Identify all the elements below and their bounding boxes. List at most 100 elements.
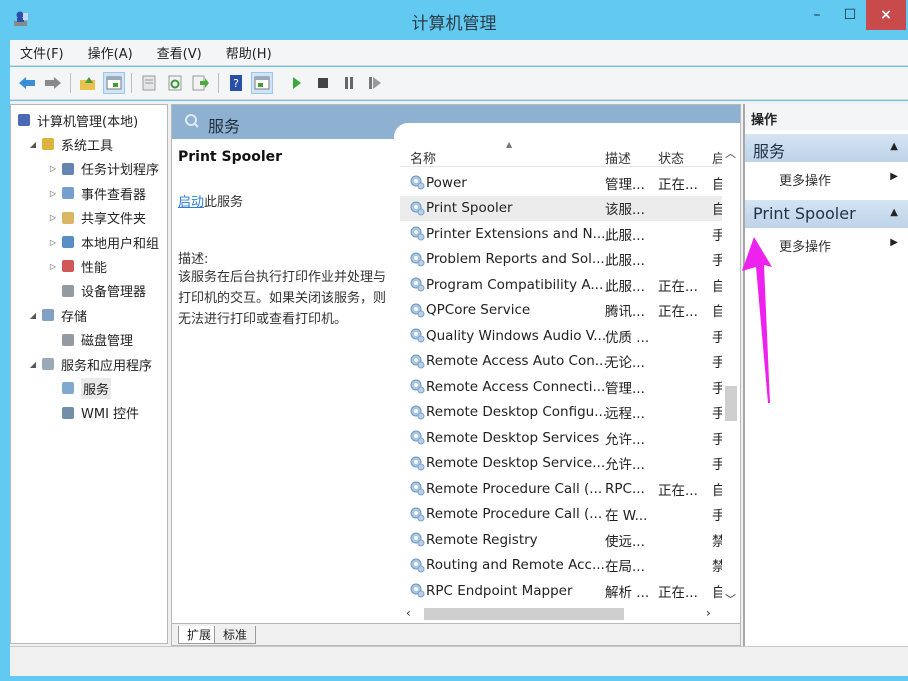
service-row[interactable]: Remote Access Auto Con... 无论... 手 — [400, 349, 726, 374]
tree-item-label: 计算机管理(本地) — [37, 114, 139, 130]
start-service-link[interactable]: 启动 — [178, 195, 204, 210]
service-row[interactable]: Remote Procedure Call (... RPC... 正在... 自 — [400, 476, 726, 501]
toolbar-separator — [279, 73, 280, 93]
collapsed-icon[interactable]: ▷ — [47, 238, 59, 247]
actions-section-services[interactable]: 服务 ▲ — [745, 134, 908, 162]
service-row[interactable]: Remote Desktop Configu... 远程... 手 — [400, 400, 726, 425]
description-text: 该服务在后台执行打印作业并处理与打印机的交互。如果关闭该服务，则无法进行打印或查… — [178, 270, 387, 327]
service-row[interactable]: Quality Windows Audio V... 优质 ... 手 — [400, 323, 726, 348]
menu-action[interactable]: 操作(A) — [88, 43, 133, 62]
collapsed-icon[interactable]: ▷ — [47, 189, 59, 198]
service-row[interactable]: Remote Registry 使远... 禁 — [400, 527, 726, 552]
scroll-left-icon[interactable]: ‹ — [406, 606, 411, 620]
service-row[interactable]: Remote Procedure Call (... 在 W... 手 — [400, 502, 726, 527]
expanded-icon[interactable]: ◢ — [27, 140, 39, 149]
service-gear-icon — [410, 175, 425, 190]
service-name: Remote Registry — [426, 531, 538, 548]
service-row[interactable]: Problem Reports and Sol... 此服... 手 — [400, 247, 726, 272]
close-button[interactable]: × — [866, 0, 906, 30]
tree-item[interactable]: ◢ 存储 — [27, 304, 87, 326]
list-header: 名称 ▲ 描述 状态 启 — [400, 139, 740, 167]
services-pane: 服务 Print Spooler 启动此服务 描述: 该服务在后台执行打印作业并… — [171, 104, 741, 646]
tree-item[interactable]: ▷ 本地用户和组 — [47, 231, 159, 253]
collapsed-icon[interactable]: ▷ — [47, 213, 59, 222]
service-row[interactable]: Print Spooler 该服... 自 — [400, 195, 726, 221]
maximize-button[interactable]: ☐ — [834, 0, 866, 30]
action-pane-icon — [254, 76, 270, 90]
expanded-icon[interactable]: ◢ — [27, 311, 39, 320]
menu-file[interactable]: 文件(F) — [20, 43, 64, 62]
menu-view[interactable]: 查看(V) — [157, 43, 202, 62]
collapsed-icon[interactable]: ▷ — [47, 262, 59, 271]
back-button[interactable] — [16, 72, 38, 94]
expanded-icon[interactable]: ◢ — [27, 360, 39, 369]
service-row[interactable]: Remote Desktop Services 允许... 手 — [400, 425, 726, 450]
up-one-level-button[interactable] — [77, 72, 99, 94]
node-icon — [59, 331, 77, 349]
tree-item[interactable]: ▷ 事件查看器 — [47, 182, 146, 204]
tree-item[interactable]: 计算机管理(本地) — [15, 109, 138, 131]
node-icon — [59, 404, 77, 422]
service-description: 使远... — [605, 533, 645, 550]
node-icon — [59, 282, 77, 300]
vertical-scrollbar[interactable]: ︿ ﹀ — [722, 139, 740, 606]
tree-item[interactable]: 磁盘管理 — [47, 329, 133, 351]
actions-section-print-spooler[interactable]: Print Spooler ▲ — [745, 200, 908, 228]
show-hide-action-pane-button[interactable] — [251, 72, 273, 94]
computer-management-window: 计算机管理 – ☐ × 文件(F) 操作(A) 查看(V) 帮助(H) ? 计算… — [0, 0, 908, 681]
collapse-icon[interactable]: ▲ — [890, 141, 898, 152]
service-detail: Print Spooler 启动此服务 描述: 该服务在后台执行打印作业并处理与… — [178, 149, 390, 330]
tree-item-label: 共享文件夹 — [81, 212, 147, 228]
stop-service-button[interactable] — [312, 72, 334, 94]
service-row[interactable]: Remote Desktop Service... 允许... 手 — [400, 451, 726, 476]
tree-item[interactable]: WMI 控件 — [47, 402, 139, 424]
service-status: 正在... — [658, 278, 698, 295]
horizontal-scroll-thumb[interactable] — [424, 608, 624, 620]
service-row[interactable]: RPC Endpoint Mapper 解析 ... 正在... 自 — [400, 578, 726, 603]
column-description[interactable]: 描述 — [605, 148, 631, 167]
node-icon — [59, 184, 77, 202]
forward-icon — [45, 77, 61, 89]
tree-item[interactable]: ◢ 服务和应用程序 — [27, 353, 152, 375]
service-gear-icon — [410, 430, 425, 445]
tree-item[interactable]: 服务 — [47, 377, 112, 399]
show-hide-console-tree-button[interactable] — [103, 72, 125, 94]
service-row[interactable]: Printer Extensions and N... 此服... 手 — [400, 221, 726, 246]
service-row[interactable]: Power 管理... 正在... 自 — [400, 170, 726, 195]
more-actions-services[interactable]: 更多操作 ▶ — [745, 166, 908, 190]
scroll-up-icon[interactable]: ︿ — [725, 145, 736, 161]
node-icon — [39, 355, 57, 373]
minimize-button[interactable]: – — [800, 0, 834, 30]
tree-item[interactable]: ▷ 性能 — [47, 255, 107, 277]
forward-button[interactable] — [42, 72, 64, 94]
column-name[interactable]: 名称 — [410, 148, 436, 167]
horizontal-scrollbar[interactable]: ‹ › — [400, 605, 740, 623]
service-row[interactable]: Program Compatibility A... 此服... 正在... 自 — [400, 272, 726, 297]
column-status[interactable]: 状态 — [658, 148, 684, 167]
service-row[interactable]: Remote Access Connecti... 管理... 手 — [400, 374, 726, 399]
tree-item-label: 性能 — [81, 260, 108, 276]
help-button[interactable]: ? — [225, 72, 247, 94]
service-row[interactable]: QPCore Service 腾讯... 正在... 自 — [400, 298, 726, 323]
export-list-button[interactable] — [190, 72, 212, 94]
menu-help[interactable]: 帮助(H) — [226, 43, 272, 62]
tree-item[interactable]: 设备管理器 — [47, 280, 146, 302]
tree-item[interactable]: ▷ 任务计划程序 — [47, 158, 159, 180]
tree-item[interactable]: ◢ 系统工具 — [27, 133, 113, 155]
pause-service-button[interactable] — [338, 72, 360, 94]
start-service-button[interactable] — [286, 72, 308, 94]
scroll-right-icon[interactable]: › — [706, 606, 711, 620]
collapsed-icon[interactable]: ▷ — [47, 164, 59, 173]
properties-button[interactable] — [138, 72, 160, 94]
title-bar: 计算机管理 – ☐ × — [0, 0, 908, 38]
service-row[interactable]: Routing and Remote Acc... 在局... 禁 — [400, 553, 726, 578]
tree-item[interactable]: ▷ 共享文件夹 — [47, 207, 146, 229]
vertical-scroll-thumb[interactable] — [725, 386, 737, 421]
tab-standard[interactable]: 标准 — [214, 626, 257, 644]
collapse-icon[interactable]: ▲ — [890, 207, 898, 218]
service-gear-icon — [410, 379, 425, 394]
menu-bar: 文件(F) 操作(A) 查看(V) 帮助(H) — [10, 40, 908, 66]
restart-service-button[interactable] — [364, 72, 386, 94]
refresh-button[interactable] — [164, 72, 186, 94]
console-tree: 计算机管理(本地) ◢ 系统工具 ▷ 任务计划程序 ▷ 事件查看器 ▷ 共享文件夹 ▷ 本地用户和组… — [10, 104, 168, 644]
